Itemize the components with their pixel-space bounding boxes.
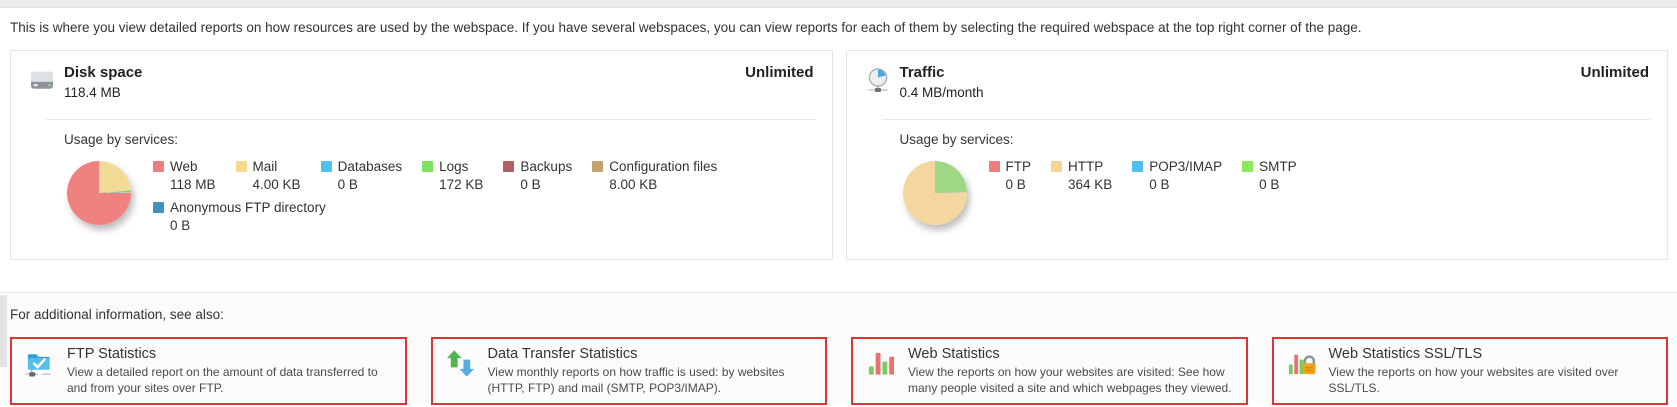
disk-usage-row: Web 118 MB Mail 4.00 KB Databases 0 B Lo…	[67, 159, 814, 241]
transfer-arrows-icon	[445, 348, 476, 379]
legend-item-databases: Databases 0 B	[321, 159, 403, 192]
legend-label: Mail	[253, 159, 278, 174]
legend-item-mail: Mail 4.00 KB	[236, 159, 301, 192]
ftp-statistics-title[interactable]: FTP Statistics	[67, 346, 395, 362]
legend-swatch-logs	[422, 161, 433, 172]
disk-space-card: Disk space 118.4 MB Unlimited Usage by s…	[10, 50, 833, 260]
intro-text: This is where you view detailed reports …	[10, 20, 1667, 35]
traffic-card-titles: Traffic 0.4 MB/month	[900, 64, 984, 100]
data-transfer-statistics-title[interactable]: Data Transfer Statistics	[488, 346, 816, 362]
legend-label: POP3/IMAP	[1149, 159, 1222, 174]
legend-value: 0 B	[503, 177, 572, 192]
legend-swatch-web	[153, 161, 164, 172]
legend-item-configuration-files: Configuration files 8.00 KB	[592, 159, 717, 192]
web-statistics-ssl-tls-text: Web Statistics SSL/TLS View the reports …	[1329, 346, 1657, 396]
legend-value: 0 B	[1242, 177, 1297, 192]
legend-swatch-ftp	[989, 161, 1000, 172]
disk-card-limit: Unlimited	[745, 64, 813, 81]
legend-item-pop3-imap: POP3/IMAP 0 B	[1132, 159, 1222, 192]
disk-card-header: Disk space 118.4 MB Unlimited	[11, 51, 832, 100]
legend-value: 8.00 KB	[592, 177, 717, 192]
legend-value: 118 MB	[153, 177, 216, 192]
ftp-statistics-description: View a detailed report on the amount of …	[67, 364, 395, 396]
traffic-card: Traffic 0.4 MB/month Unlimited Usage by …	[846, 50, 1669, 260]
web-statistics-link[interactable]: Web Statistics View the reports on how y…	[851, 337, 1248, 405]
legend-value: 172 KB	[422, 177, 483, 192]
legend-swatch-http	[1051, 161, 1062, 172]
web-statistics-ssl-tls-title[interactable]: Web Statistics SSL/TLS	[1329, 346, 1657, 362]
disk-card-titles: Disk space 118.4 MB	[64, 64, 142, 100]
data-transfer-statistics-text: Data Transfer Statistics View monthly re…	[488, 346, 816, 396]
legend-item-http: HTTP 364 KB	[1051, 159, 1112, 192]
usage-cards: Disk space 118.4 MB Unlimited Usage by s…	[10, 50, 1668, 260]
legend-value: 4.00 KB	[236, 177, 301, 192]
web-statistics-title[interactable]: Web Statistics	[908, 346, 1236, 362]
legend-swatch-anonymous-ftp	[153, 202, 164, 213]
legend-label: Databases	[338, 159, 403, 174]
disk-usage-legend: Web 118 MB Mail 4.00 KB Databases 0 B Lo…	[153, 159, 753, 241]
traffic-pie-clock-icon	[865, 67, 891, 93]
web-statistics-description: View the reports on how your websites ar…	[908, 364, 1236, 396]
legend-value: 0 B	[321, 177, 403, 192]
web-statistics-ssl-tls-description: View the reports on how your websites ar…	[1329, 364, 1657, 396]
legend-label: SMTP	[1259, 159, 1297, 174]
legend-value: 0 B	[153, 218, 326, 233]
data-transfer-statistics-description: View monthly reports on how traffic is u…	[488, 364, 816, 396]
see-also-grid: FTP Statistics View a detailed report on…	[10, 337, 1668, 405]
left-edge-strip	[0, 295, 7, 367]
disk-card-value: 118.4 MB	[64, 85, 142, 100]
legend-item-web: Web 118 MB	[153, 159, 216, 192]
traffic-card-limit: Unlimited	[1581, 64, 1649, 81]
legend-swatch-backups	[503, 161, 514, 172]
hard-drive-icon	[29, 67, 55, 93]
see-also-heading: For additional information, see also:	[10, 307, 1677, 322]
traffic-usage-by-services-label: Usage by services:	[900, 132, 1650, 147]
legend-swatch-configuration-files	[592, 161, 603, 172]
legend-swatch-smtp	[1242, 161, 1253, 172]
top-strip	[0, 0, 1677, 8]
traffic-card-title: Traffic	[900, 64, 984, 81]
legend-label: FTP	[1006, 159, 1032, 174]
legend-value: 0 B	[1132, 177, 1222, 192]
ftp-statistics-link[interactable]: FTP Statistics View a detailed report on…	[10, 337, 407, 405]
legend-item-smtp: SMTP 0 B	[1242, 159, 1297, 192]
data-transfer-statistics-link[interactable]: Data Transfer Statistics View monthly re…	[431, 337, 828, 405]
legend-label: Logs	[439, 159, 468, 174]
legend-swatch-pop3-imap	[1132, 161, 1143, 172]
ftp-statistics-text: FTP Statistics View a detailed report on…	[67, 346, 395, 396]
ftp-folder-icon	[24, 348, 55, 379]
disk-card-divider	[46, 119, 816, 120]
legend-item-anonymous-ftp: Anonymous FTP directory 0 B	[153, 200, 326, 233]
traffic-usage-legend: FTP 0 B HTTP 364 KB POP3/IMAP 0 B SMTP 0…	[989, 159, 1589, 200]
traffic-card-header: Traffic 0.4 MB/month Unlimited	[847, 51, 1668, 100]
bar-chart-icon	[865, 348, 896, 379]
bar-chart-lock-icon	[1286, 348, 1317, 379]
disk-usage-pie-chart	[67, 161, 131, 225]
disk-card-title: Disk space	[64, 64, 142, 81]
legend-value: 0 B	[989, 177, 1032, 192]
legend-label: Web	[170, 159, 198, 174]
traffic-card-value: 0.4 MB/month	[900, 85, 984, 100]
legend-swatch-mail	[236, 161, 247, 172]
traffic-usage-pie-chart	[903, 161, 967, 225]
traffic-usage-row: FTP 0 B HTTP 364 KB POP3/IMAP 0 B SMTP 0…	[903, 159, 1650, 225]
legend-label: Backups	[520, 159, 572, 174]
legend-label: Configuration files	[609, 159, 717, 174]
legend-value: 364 KB	[1051, 177, 1112, 192]
traffic-card-divider	[882, 119, 1652, 120]
see-also-section: For additional information, see also: FT…	[0, 292, 1677, 403]
web-statistics-text: Web Statistics View the reports on how y…	[908, 346, 1236, 396]
disk-usage-by-services-label: Usage by services:	[64, 132, 814, 147]
legend-item-ftp: FTP 0 B	[989, 159, 1032, 192]
legend-swatch-databases	[321, 161, 332, 172]
legend-label: HTTP	[1068, 159, 1103, 174]
legend-item-logs: Logs 172 KB	[422, 159, 483, 192]
web-statistics-ssl-tls-link[interactable]: Web Statistics SSL/TLS View the reports …	[1272, 337, 1669, 405]
legend-item-backups: Backups 0 B	[503, 159, 572, 192]
legend-label: Anonymous FTP directory	[170, 200, 326, 215]
